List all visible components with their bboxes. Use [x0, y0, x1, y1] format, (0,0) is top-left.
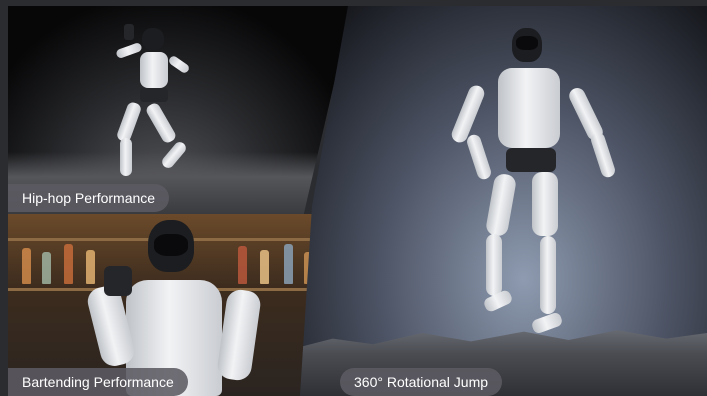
bottle: [86, 250, 95, 284]
jump-image-panel: [300, 6, 707, 396]
hiphop-image-panel: [8, 6, 352, 214]
media-collage: Hip-hop Performance Bartending Performan…: [0, 0, 707, 396]
jump-caption: 360° Rotational Jump: [340, 368, 503, 396]
bottle: [42, 252, 51, 284]
bottle: [64, 244, 73, 284]
bottle: [284, 244, 293, 284]
bottle: [238, 246, 247, 284]
bottle: [260, 250, 269, 284]
bottle: [22, 248, 31, 284]
bartending-caption: Bartending Performance: [8, 368, 188, 396]
hiphop-caption: Hip-hop Performance: [8, 184, 170, 212]
